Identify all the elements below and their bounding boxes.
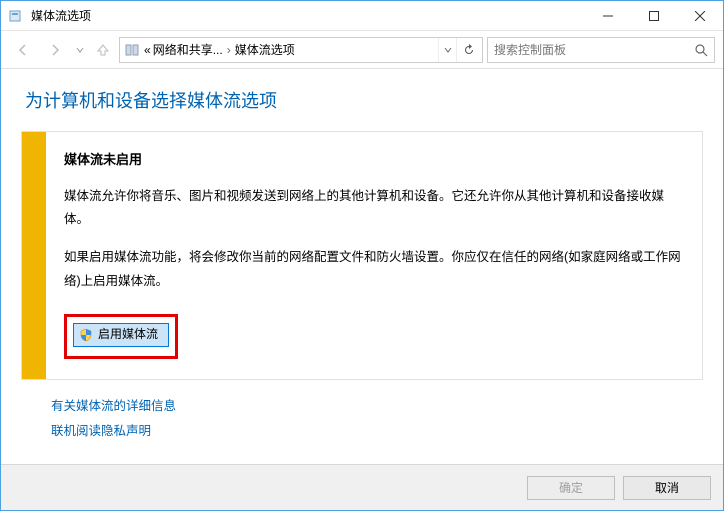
enable-media-streaming-button[interactable]: 启用媒体流 (73, 323, 169, 347)
address-dropdown[interactable] (438, 38, 456, 62)
maximize-button[interactable] (631, 1, 677, 30)
cancel-button[interactable]: 取消 (623, 476, 711, 500)
location-icon (122, 42, 142, 58)
more-info-link[interactable]: 有关媒体流的详细信息 (51, 399, 176, 413)
shield-icon (78, 327, 94, 343)
dialog-footer: 确定 取消 (1, 464, 723, 510)
search-box[interactable] (487, 37, 715, 63)
chevron-right-icon: › (225, 43, 233, 57)
notice-accent-bar (22, 132, 46, 379)
page-heading: 为计算机和设备选择媒体流选项 (25, 87, 703, 113)
address-bar[interactable]: « 网络和共享... › 媒体流选项 (119, 37, 483, 63)
forward-button[interactable] (41, 36, 69, 64)
title-bar: 媒体流选项 (1, 1, 723, 31)
app-icon (9, 8, 25, 24)
enable-button-label: 启用媒体流 (98, 323, 158, 346)
breadcrumb[interactable]: « 网络和共享... › 媒体流选项 (142, 41, 438, 58)
tutorial-highlight: 启用媒体流 (64, 314, 178, 360)
breadcrumb-item[interactable]: 媒体流选项 (235, 41, 295, 58)
up-button[interactable] (91, 42, 115, 58)
history-dropdown[interactable] (73, 46, 87, 54)
notice-paragraph: 媒体流允许你将音乐、图片和视频发送到网络上的其他计算机和设备。它还允许你从其他计… (64, 185, 684, 233)
breadcrumb-item[interactable]: 网络和共享... (153, 41, 223, 58)
help-links: 有关媒体流的详细信息 联机阅读隐私声明 (21, 394, 703, 444)
ok-button: 确定 (527, 476, 615, 500)
nav-bar: « 网络和共享... › 媒体流选项 (1, 31, 723, 69)
back-button[interactable] (9, 36, 37, 64)
refresh-button[interactable] (456, 38, 480, 62)
notice-body: 媒体流未启用 媒体流允许你将音乐、图片和视频发送到网络上的其他计算机和设备。它还… (46, 132, 702, 379)
privacy-link[interactable]: 联机阅读隐私声明 (51, 424, 151, 438)
notice-title: 媒体流未启用 (64, 148, 684, 173)
search-input[interactable] (488, 43, 688, 57)
content-area: 为计算机和设备选择媒体流选项 媒体流未启用 媒体流允许你将音乐、图片和视频发送到… (1, 69, 723, 464)
search-icon[interactable] (688, 43, 714, 57)
notice-paragraph: 如果启用媒体流功能，将会修改你当前的网络配置文件和防火墙设置。你应仅在信任的网络… (64, 246, 684, 294)
breadcrumb-prefix: « (144, 43, 151, 57)
window-controls (585, 1, 723, 30)
close-button[interactable] (677, 1, 723, 30)
minimize-button[interactable] (585, 1, 631, 30)
notice-panel: 媒体流未启用 媒体流允许你将音乐、图片和视频发送到网络上的其他计算机和设备。它还… (21, 131, 703, 380)
window-title: 媒体流选项 (31, 7, 585, 24)
